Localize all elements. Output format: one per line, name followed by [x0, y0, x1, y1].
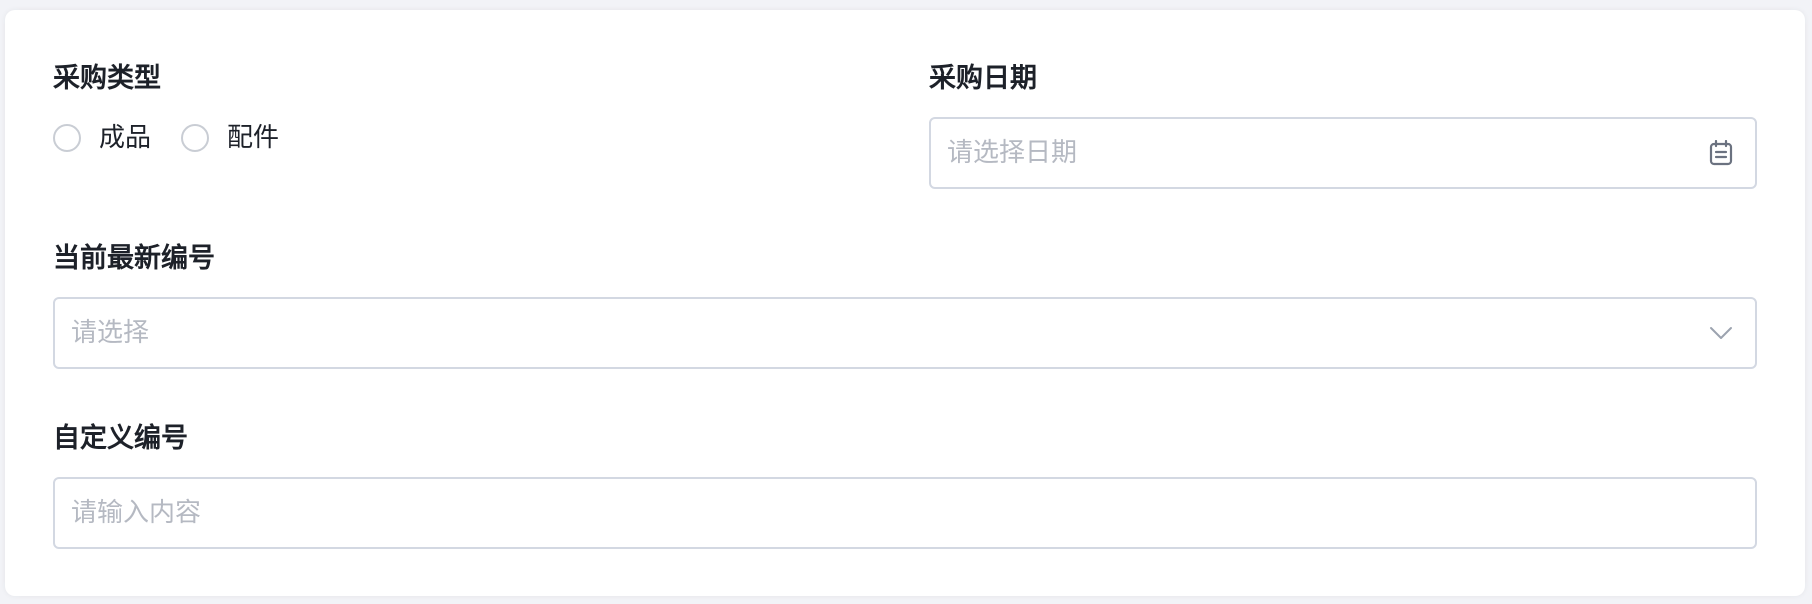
radio-option-accessory[interactable]: 配件 — [181, 121, 279, 155]
current-latest-number-label: 当前最新编号 — [53, 243, 215, 274]
radio-label-accessory: 配件 — [227, 123, 280, 153]
radio-option-finished-product[interactable]: 成品 — [53, 121, 151, 155]
custom-number-label: 自定义编号 — [53, 423, 188, 454]
purchase-date-input[interactable] — [931, 119, 1707, 187]
radio-circle-icon[interactable] — [53, 124, 81, 152]
purchase-date-picker[interactable] — [929, 117, 1757, 189]
purchase-type-label: 采购类型 — [53, 63, 161, 94]
current-latest-number-select[interactable] — [53, 297, 1757, 369]
chevron-down-icon[interactable] — [1707, 319, 1735, 347]
purchase-date-label: 采购日期 — [929, 63, 1037, 94]
custom-number-field[interactable] — [53, 477, 1757, 549]
calendar-icon[interactable] — [1707, 139, 1735, 167]
radio-label-finished-product: 成品 — [99, 123, 152, 153]
current-latest-number-input[interactable] — [55, 299, 1707, 367]
radio-circle-icon[interactable] — [181, 124, 210, 152]
purchase-type-radio-group: 成品 配件 — [53, 121, 309, 155]
custom-number-input[interactable] — [55, 479, 1755, 547]
